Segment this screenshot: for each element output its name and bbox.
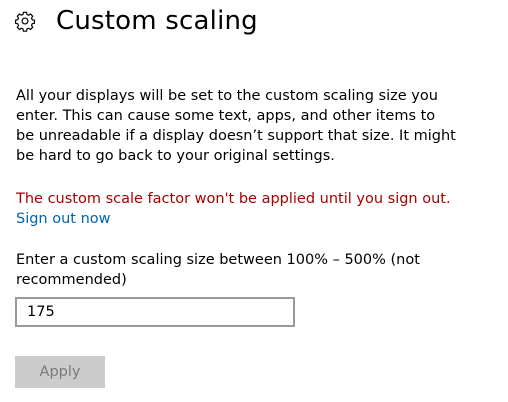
- gear-icon: [14, 10, 36, 32]
- custom-scaling-input[interactable]: [15, 297, 295, 327]
- sign-out-warning: The custom scale factor won't be applied…: [16, 191, 451, 207]
- page-header: Custom scaling: [14, 2, 258, 40]
- scaling-description: All your displays will be set to the cus…: [16, 88, 456, 164]
- scaling-size-label: Enter a custom scaling size between 100%…: [16, 252, 420, 288]
- apply-button[interactable]: Apply: [15, 356, 105, 388]
- custom-scaling-page: Custom scaling All your displays will be…: [0, 0, 508, 402]
- sign-out-now-link[interactable]: Sign out now: [16, 209, 111, 229]
- page-title: Custom scaling: [56, 6, 258, 36]
